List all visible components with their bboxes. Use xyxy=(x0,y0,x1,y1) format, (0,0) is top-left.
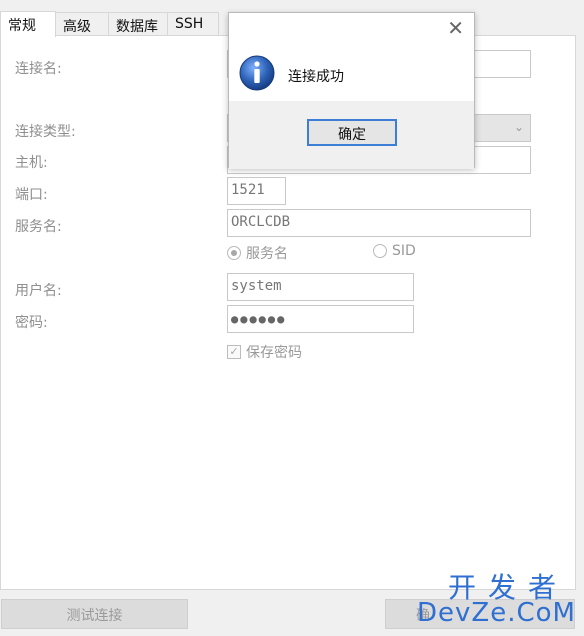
radio-service-name-label: 服务名 xyxy=(246,246,288,262)
radio-selected-icon xyxy=(227,246,241,260)
port-label: 端口: xyxy=(15,187,48,203)
connection-type-label: 连接类型: xyxy=(15,124,76,140)
port-input[interactable]: 1521 xyxy=(227,177,286,205)
dialog-message: 连接成功 xyxy=(288,69,344,85)
watermark: 开发者 DevZe.CoM xyxy=(416,566,576,630)
chevron-down-icon: ⌄ xyxy=(513,120,524,134)
connection-properties-window: 常规 高级 数据库 SSH 连接名: 连接类型: ⌄ 主机: 端口: 1521 … xyxy=(0,0,584,636)
radio-sid-label: SID xyxy=(392,243,416,259)
connection-success-dialog: ✕ 连接成功 确定 xyxy=(228,12,475,169)
host-label: 主机: xyxy=(15,155,48,171)
username-input[interactable]: system xyxy=(227,273,414,301)
close-icon[interactable]: ✕ xyxy=(447,16,464,40)
tab-general[interactable]: 常规 xyxy=(0,11,56,37)
service-name-label: 服务名: xyxy=(15,219,62,235)
checkmark-icon: ✓ xyxy=(227,345,241,359)
tab-ssh[interactable]: SSH xyxy=(167,12,219,36)
test-connection-button[interactable]: 测试连接 xyxy=(1,599,188,629)
dialog-title-bar: ✕ xyxy=(229,13,474,45)
service-name-input[interactable]: ORCLCDB xyxy=(227,209,531,237)
save-password-label: 保存密码 xyxy=(246,345,302,361)
ok-button[interactable]: 确定 xyxy=(307,119,397,146)
radio-sid[interactable]: SID xyxy=(373,243,416,259)
connection-name-label: 连接名: xyxy=(15,61,62,77)
radio-unselected-icon xyxy=(373,244,387,258)
password-label: 密码: xyxy=(15,315,48,331)
watermark-line2: DevZe.CoM xyxy=(417,598,576,628)
username-label: 用户名: xyxy=(15,283,62,299)
tab-database[interactable]: 数据库 xyxy=(108,12,168,36)
save-password-checkbox[interactable]: ✓ 保存密码 xyxy=(227,342,302,362)
info-icon xyxy=(239,55,275,91)
radio-service-name[interactable]: 服务名 xyxy=(227,243,288,263)
tab-advanced[interactable]: 高级 xyxy=(55,12,109,36)
password-input[interactable]: ●●●●●● xyxy=(227,305,414,333)
